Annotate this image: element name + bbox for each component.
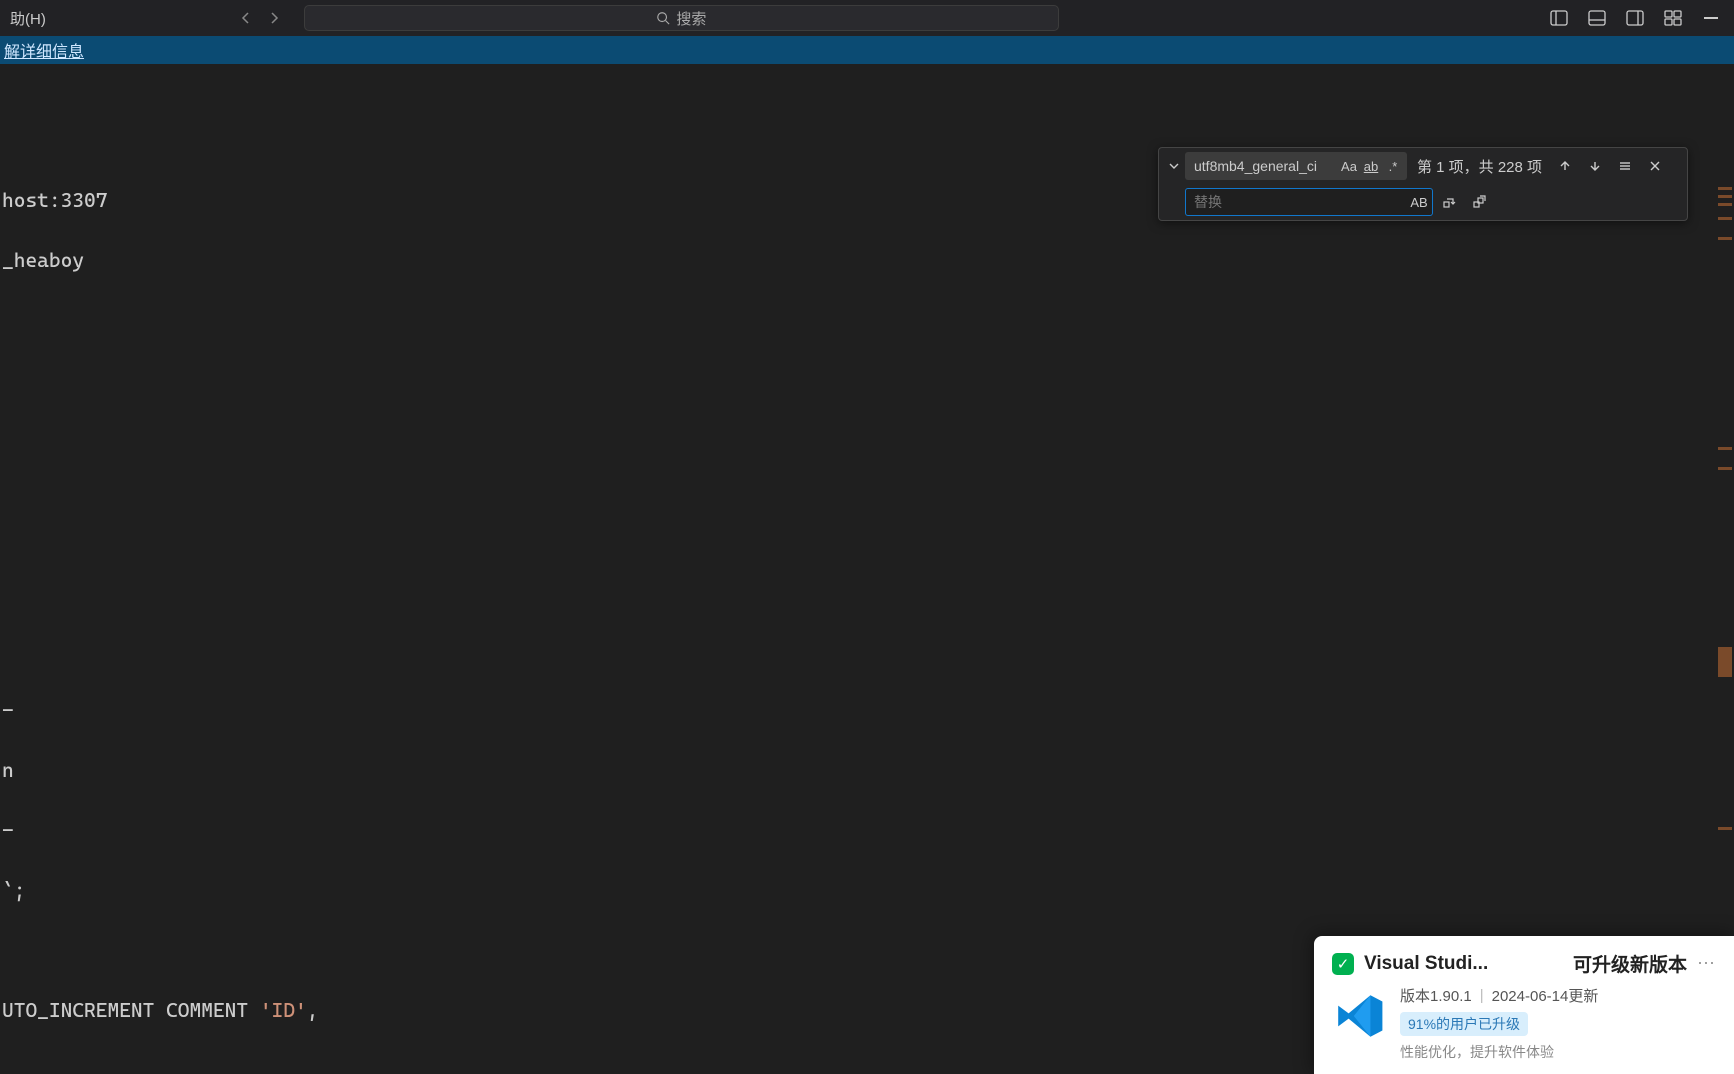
- regex-toggle[interactable]: .*: [1382, 155, 1404, 177]
- find-input-value: utf8mb4_general_ci: [1188, 153, 1338, 179]
- match-count: 第 1 项，共 228 项: [1417, 156, 1542, 177]
- find-replace-widget: utf8mb4_general_ci Aa ab .* 第 1 项，共 228 …: [1158, 147, 1688, 221]
- toast-product: Visual Studi...: [1364, 953, 1557, 975]
- tab-bar: [0, 64, 1734, 102]
- next-match-icon[interactable]: [1582, 153, 1608, 179]
- layout-bottom-icon[interactable]: [1584, 5, 1610, 31]
- replace-input-field[interactable]: [1188, 189, 1408, 215]
- command-center-search[interactable]: 搜索: [304, 5, 1059, 31]
- code-text: ,: [307, 998, 319, 1022]
- nav-back-icon[interactable]: [236, 8, 256, 28]
- preserve-case-toggle[interactable]: AB: [1408, 191, 1430, 213]
- editor-area[interactable]: host:3307 _heaboy - n - `; UTO_INCREMENT…: [0, 127, 1734, 1074]
- customize-layout-icon[interactable]: [1660, 5, 1686, 31]
- separator: |: [1480, 987, 1484, 1004]
- code-text: -: [2, 698, 14, 722]
- match-case-toggle[interactable]: Aa: [1338, 155, 1360, 177]
- toast-headline: 可升级新版本: [1573, 950, 1687, 977]
- whole-word-toggle[interactable]: ab: [1360, 155, 1382, 177]
- code-text: _heaboy: [2, 248, 84, 272]
- code-text: UTO_INCREMENT COMMENT: [2, 998, 260, 1022]
- find-input[interactable]: utf8mb4_general_ci Aa ab .*: [1185, 152, 1407, 180]
- search-icon: [656, 11, 670, 25]
- toast-version: 版本1.90.1: [1400, 985, 1472, 1006]
- toast-subtext: 性能优化，提升软件体验: [1400, 1042, 1598, 1062]
- layout-left-icon[interactable]: [1546, 5, 1572, 31]
- find-in-selection-icon[interactable]: [1612, 153, 1638, 179]
- toast-more-icon[interactable]: ⋯: [1697, 953, 1716, 974]
- vscode-logo-icon: [1332, 989, 1386, 1043]
- prev-match-icon[interactable]: [1552, 153, 1578, 179]
- toast-pill: 91%的用户已升级: [1400, 1012, 1528, 1036]
- layout-right-icon[interactable]: [1622, 5, 1648, 31]
- breadcrumb-bar: [0, 102, 1734, 127]
- banner-link[interactable]: 解详细信息: [4, 38, 84, 62]
- code-text: host:3307: [2, 188, 107, 212]
- toast-date: 2024-06-14更新: [1492, 985, 1599, 1006]
- code-text: n: [2, 758, 14, 782]
- title-bar: 助(H) 搜索: [0, 0, 1734, 36]
- code-text: -: [2, 818, 14, 842]
- replace-input[interactable]: AB: [1185, 188, 1433, 216]
- window-minimize-icon[interactable]: [1698, 5, 1724, 31]
- update-notification: ✓ Visual Studi... 可升级新版本 ⋯ 版本1.90.1 | 20…: [1314, 936, 1734, 1074]
- menu-help[interactable]: 助(H): [0, 8, 56, 29]
- minimap[interactable]: [1716, 127, 1734, 1074]
- search-placeholder: 搜索: [676, 8, 706, 29]
- replace-all-icon[interactable]: [1467, 189, 1493, 215]
- nav-forward-icon[interactable]: [264, 8, 284, 28]
- info-banner: 解详细信息: [0, 36, 1734, 64]
- code-str: 'ID': [260, 998, 307, 1022]
- toggle-replace-icon[interactable]: [1165, 160, 1181, 172]
- toast-badge-icon: ✓: [1332, 953, 1354, 975]
- close-find-icon[interactable]: [1642, 153, 1668, 179]
- replace-one-icon[interactable]: [1437, 189, 1463, 215]
- code-text: `;: [2, 878, 25, 902]
